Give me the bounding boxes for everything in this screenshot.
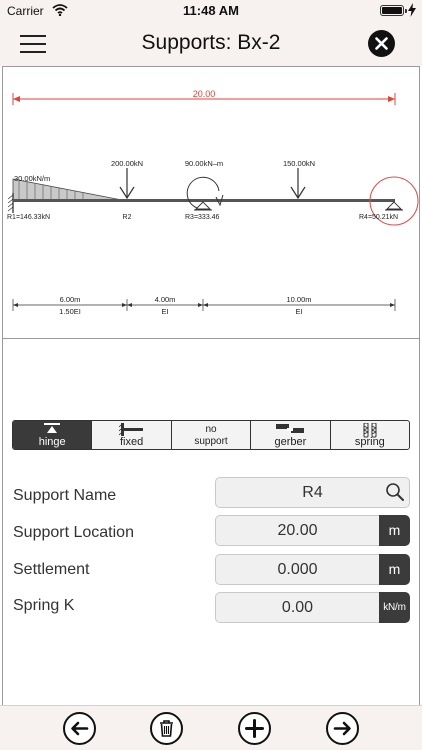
span-2-stiffness: EI [161,307,168,316]
distributed-load-label: 30.00kN/m [14,174,50,183]
support-location-unit: m [379,515,410,546]
distributed-load: 30.00kN/m [12,174,128,202]
hamburger-menu-icon[interactable] [20,35,46,53]
support-type-hinge-label: hinge [38,436,66,448]
support-type-gerber[interactable]: gerber [251,421,331,449]
total-length-dimension: 20.00 [12,89,396,105]
span-3-length: 10.00m [286,295,311,304]
support-type-hinge[interactable]: hinge [13,421,93,449]
support-type-spring[interactable]: spring [331,421,409,449]
support-type-selector[interactable]: hinge fixed no support gerber spring [12,420,410,450]
next-button[interactable] [326,712,359,745]
spring-k-unit: kN/m [379,592,410,623]
support-name-field[interactable]: R4 [215,477,410,508]
settlement-label: Settlement [13,561,90,578]
bottom-toolbar [0,705,422,750]
close-x-icon [375,37,388,50]
fixed-icon [118,423,143,436]
fixed-support-r1 [7,193,14,213]
support-type-gerber-label: gerber [274,436,307,448]
point-load-2-label: 150.00kN [283,159,315,168]
gerber-icon [276,424,305,433]
span-1-length: 6.00m [60,295,81,304]
plus-icon [245,719,264,738]
spring-k-label: Spring K [13,597,75,614]
support-type-fixed-label: fixed [119,436,144,448]
search-icon[interactable] [385,482,405,502]
support-location-field[interactable]: 20.00 [215,515,380,546]
trash-icon [160,720,173,737]
hinge-icon [44,423,61,433]
support-type-fixed[interactable]: fixed [92,421,172,449]
beam [13,199,395,202]
nav-bar: Supports: Bx-2 [0,22,422,66]
close-button[interactable] [368,30,395,57]
hinge-support-r3 [194,201,212,211]
settlement-unit: m [379,554,410,585]
support-location-label: Support Location [13,524,134,541]
battery-icon [380,5,407,16]
point-load-2: 150.00kN [283,159,315,200]
arrow-right-icon [333,721,351,736]
page-title: Supports: Bx-2 [141,31,281,54]
total-length-label: 20.00 [193,89,216,99]
status-time: 11:48 AM [183,3,239,18]
settlement-field[interactable]: 0.000 [215,554,380,585]
moment-label: 90.00kN–m [185,159,223,168]
beam-diagram[interactable]: 20.00 30.00kN/m 200.00kN 90.00kN–m 150.0… [2,66,420,339]
arrow-left-icon [71,721,89,736]
span-3-stiffness: EI [295,307,302,316]
point-load-1: 200.00kN [111,159,143,200]
support-type-no-support[interactable]: no support [172,421,252,449]
support-type-spring-label: spring [354,436,385,448]
charging-bolt-icon [408,3,416,17]
spring-k-field[interactable]: 0.00 [215,592,380,623]
span-1-stiffness: 1.50EI [59,307,81,316]
support-type-no-support-label: no support [194,424,228,447]
support-name-label: Support Name [13,487,117,504]
span-2-length: 4.00m [155,295,176,304]
point-load-1-label: 200.00kN [111,159,143,168]
delete-button[interactable] [150,712,183,745]
support-label-r4: R4=50.21kN [359,214,398,221]
support-label-r1: R1=146.33kN [7,214,50,221]
previous-button[interactable] [63,712,96,745]
status-bar: Carrier 11:48 AM [0,0,422,22]
add-button[interactable] [238,712,271,745]
support-label-r3: R3=333.46 [185,214,220,221]
support-label-r2: R2 [123,214,132,221]
